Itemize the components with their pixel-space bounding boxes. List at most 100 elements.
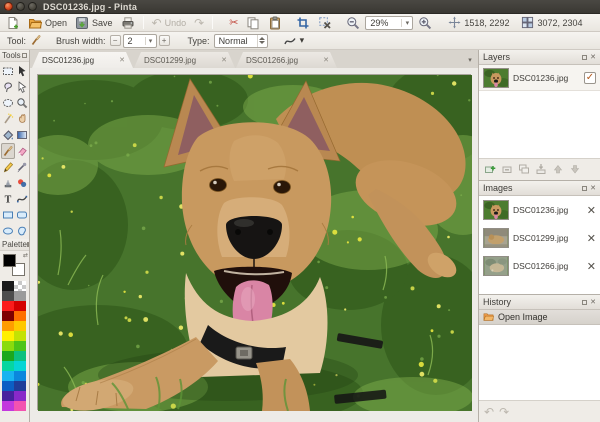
delete-layer-button[interactable]: [501, 163, 513, 177]
tab-DSC01236.jpg[interactable]: DSC01236.jpg: [32, 52, 133, 68]
panel-close-icon[interactable]: [590, 299, 596, 306]
panel-collapse-icon[interactable]: [22, 53, 27, 58]
type-combobox[interactable]: Normal: [214, 34, 268, 48]
tool-line-curve[interactable]: [15, 191, 29, 207]
palette-color-swatch[interactable]: [14, 301, 26, 311]
print-button[interactable]: [118, 15, 138, 31]
palette-color-swatch[interactable]: [14, 341, 26, 351]
tool-move-selection[interactable]: [15, 79, 29, 95]
tab-DSC01299.jpg[interactable]: DSC01299.jpg: [134, 52, 235, 68]
palette-color-swatch[interactable]: [14, 281, 26, 291]
maximize-button[interactable]: [28, 2, 37, 11]
close-image-icon[interactable]: [587, 232, 596, 245]
canvas-image[interactable]: [37, 74, 471, 410]
tool-pencil[interactable]: [1, 159, 15, 175]
paste-button[interactable]: [265, 15, 285, 31]
panel-close-icon[interactable]: [590, 185, 596, 192]
palette-color-swatch[interactable]: [2, 361, 14, 371]
deselect-button[interactable]: [315, 15, 335, 31]
tool-gradient[interactable]: [15, 127, 29, 143]
panel-undock-icon[interactable]: [582, 186, 587, 191]
history-entry[interactable]: Open Image: [479, 310, 600, 325]
zoom-in-button[interactable]: [415, 15, 435, 31]
zoom-out-button[interactable]: [343, 15, 363, 31]
panel-undock-icon[interactable]: [582, 55, 587, 60]
brush-width-decrease-button[interactable]: −: [110, 35, 121, 46]
palette-color-swatch[interactable]: [2, 371, 14, 381]
tab-overflow-icon[interactable]: [464, 56, 476, 64]
tool-magic-wand[interactable]: [1, 111, 15, 127]
palette-color-swatch[interactable]: [14, 361, 26, 371]
swap-colors-icon[interactable]: ⇄: [23, 253, 28, 259]
tool-paintbrush[interactable]: [1, 143, 15, 159]
panel-close-icon[interactable]: [590, 54, 596, 61]
duplicate-layer-button[interactable]: [518, 163, 530, 177]
tool-pan[interactable]: [15, 111, 29, 127]
brush-width-input[interactable]: 2 ▾: [123, 34, 157, 48]
tool-text[interactable]: T: [1, 191, 15, 207]
minimize-button[interactable]: [16, 2, 25, 11]
new-image-button[interactable]: [3, 15, 23, 31]
palette-color-swatch[interactable]: [14, 321, 26, 331]
move-layer-up-button[interactable]: [552, 163, 564, 177]
tool-paint-bucket[interactable]: [1, 127, 15, 143]
history-redo-icon[interactable]: ↷: [499, 406, 509, 418]
tab-close-icon[interactable]: [119, 56, 125, 64]
palette-color-swatch[interactable]: [14, 311, 26, 321]
layer-visibility-checkbox[interactable]: [584, 72, 596, 84]
palette-color-swatch[interactable]: [14, 381, 26, 391]
palette-color-swatch[interactable]: [14, 351, 26, 361]
tool-rounded-rectangle[interactable]: [15, 207, 29, 223]
tool-recolor[interactable]: [15, 175, 29, 191]
zoom-level-combobox[interactable]: 29% ▾: [365, 16, 413, 30]
palette-color-swatch[interactable]: [2, 301, 14, 311]
tool-rectangle-select[interactable]: [1, 63, 15, 79]
primary-color-swatch[interactable]: [3, 254, 16, 267]
palette-color-swatch[interactable]: [2, 331, 14, 341]
palette-color-swatch[interactable]: [2, 381, 14, 391]
cut-button[interactable]: ✂: [226, 15, 241, 31]
close-button[interactable]: [4, 2, 13, 11]
tool-freeform-shape[interactable]: [15, 223, 29, 239]
palette-color-swatch[interactable]: [2, 321, 14, 331]
tab-close-icon[interactable]: [323, 56, 329, 64]
stroke-style-button[interactable]: ▾: [280, 33, 308, 49]
palette-color-swatch[interactable]: [14, 291, 26, 301]
add-layer-button[interactable]: [484, 163, 496, 177]
palette-color-swatch[interactable]: [2, 351, 14, 361]
image-row-DSC01299.jpg[interactable]: DSC01299.jpg: [479, 224, 600, 252]
open-button[interactable]: Open: [25, 15, 70, 31]
palette-color-swatch[interactable]: [2, 311, 14, 321]
tool-move-selected[interactable]: [15, 63, 29, 79]
canvas-area[interactable]: [30, 68, 478, 422]
spinner-arrows-icon[interactable]: [257, 35, 267, 47]
tool-ellipse-select[interactable]: [1, 95, 15, 111]
close-image-icon[interactable]: [587, 204, 596, 217]
image-row-DSC01266.jpg[interactable]: DSC01266.jpg: [479, 252, 600, 280]
merge-layer-down-button[interactable]: [535, 163, 547, 177]
panel-undock-icon[interactable]: [582, 300, 587, 305]
palette-color-swatch[interactable]: [14, 401, 26, 411]
palette-color-swatch[interactable]: [2, 341, 14, 351]
tool-color-picker[interactable]: [15, 159, 29, 175]
crop-to-selection-button[interactable]: [293, 15, 313, 31]
palette-color-swatch[interactable]: [2, 401, 14, 411]
palette-color-swatch[interactable]: [2, 291, 14, 301]
history-undo-icon[interactable]: ↶: [484, 406, 494, 418]
palette-color-swatch[interactable]: [14, 391, 26, 401]
panel-collapse-icon[interactable]: [27, 242, 29, 247]
tool-ellipse[interactable]: [1, 223, 15, 239]
move-layer-down-button[interactable]: [569, 163, 581, 177]
close-image-icon[interactable]: [587, 260, 596, 273]
palette-color-swatch[interactable]: [2, 391, 14, 401]
palette-color-swatch[interactable]: [14, 331, 26, 341]
titlebar[interactable]: DSC01236.jpg - Pinta: [0, 0, 600, 14]
palette-color-swatch[interactable]: [14, 371, 26, 381]
tool-eraser[interactable]: [15, 143, 29, 159]
tab-close-icon[interactable]: [221, 56, 227, 64]
tool-rectangle[interactable]: [1, 207, 15, 223]
redo-button[interactable]: ↷: [191, 15, 207, 31]
tab-DSC01266.jpg[interactable]: DSC01266.jpg: [236, 52, 337, 68]
layer-row[interactable]: DSC01236.jpg: [479, 65, 600, 91]
undo-button[interactable]: ↶ Undo: [149, 15, 190, 31]
